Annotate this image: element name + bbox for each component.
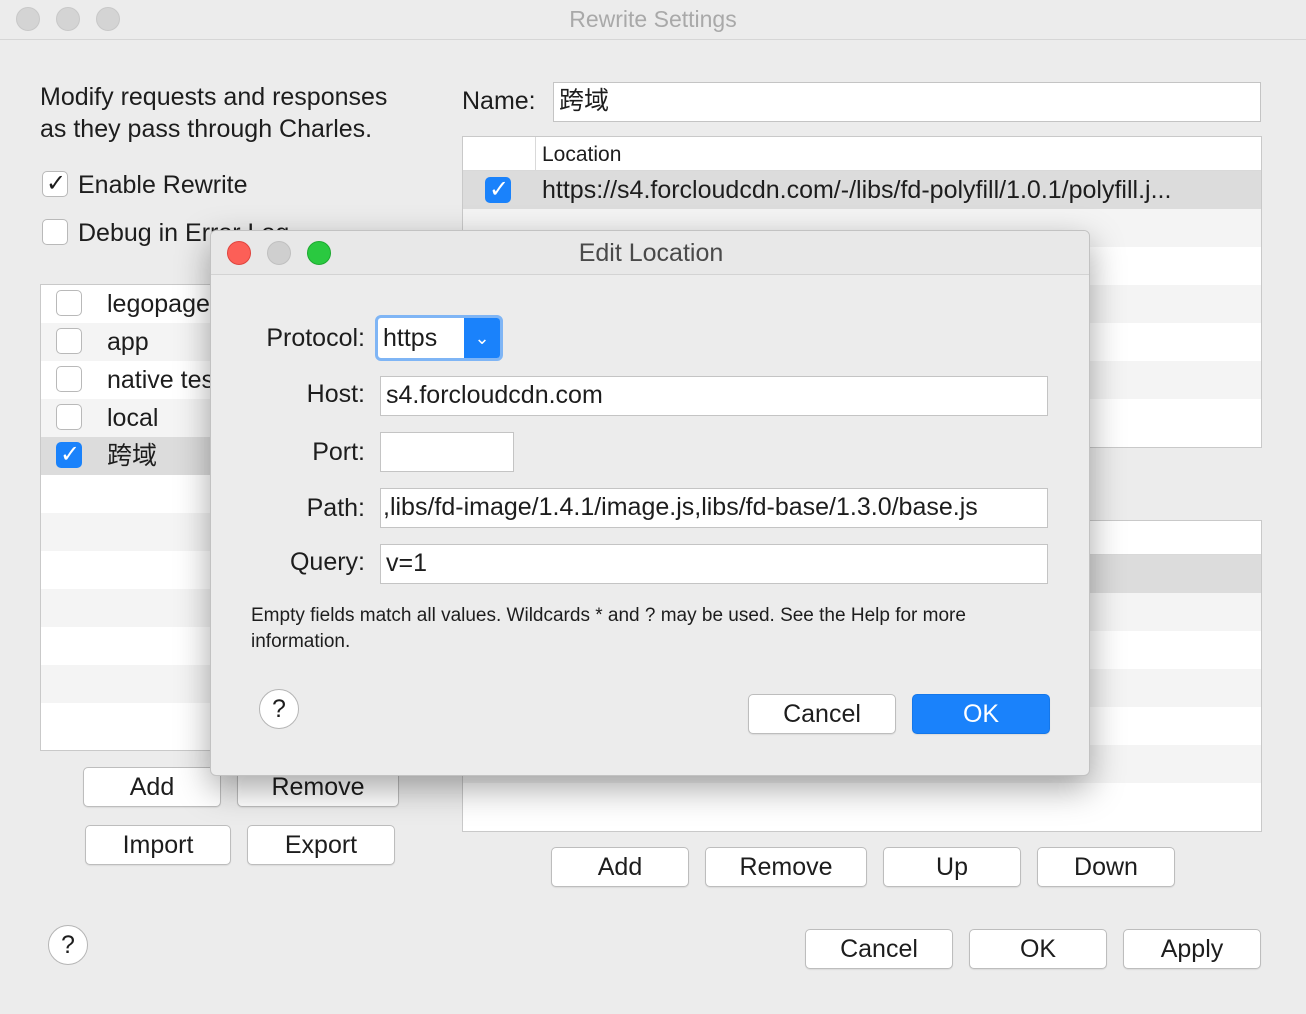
export-button[interactable]: Export: [247, 825, 395, 865]
dialog-ok-button[interactable]: OK: [912, 694, 1050, 734]
list-item[interactable]: local: [41, 399, 219, 437]
set-label: native test: [107, 366, 220, 394]
location-value: https://s4.forcloudcdn.com/-/libs/fd-pol…: [542, 176, 1172, 204]
edit-location-dialog: Edit Location Protocol: https ⌄ Host: s4…: [210, 230, 1090, 776]
port-label: Port:: [312, 438, 365, 466]
set-label: 跨域: [107, 442, 158, 470]
enable-rewrite-label[interactable]: Enable Rewrite: [78, 169, 248, 201]
set-enabled-checkbox[interactable]: [56, 366, 82, 392]
add-location-button[interactable]: Add: [551, 847, 689, 887]
empty-row: [41, 665, 219, 703]
debug-error-log-checkbox[interactable]: [42, 219, 68, 245]
name-field[interactable]: 跨域: [553, 82, 1261, 122]
checkmark-icon: ✓: [488, 176, 510, 203]
host-field[interactable]: s4.forcloudcdn.com: [380, 376, 1048, 416]
empty-row: [41, 513, 219, 551]
empty-row: [463, 783, 1261, 821]
protocol-select[interactable]: https ⌄: [375, 315, 503, 361]
empty-row: [41, 475, 219, 513]
list-item[interactable]: app: [41, 323, 219, 361]
set-enabled-checkbox[interactable]: [56, 404, 82, 430]
location-column-header[interactable]: Location: [542, 141, 621, 169]
name-label: Name:: [462, 87, 536, 115]
protocol-value: https: [383, 324, 438, 352]
list-item[interactable]: legopage: [41, 285, 219, 323]
list-item[interactable]: ✓ 跨域: [41, 437, 219, 475]
add-set-button[interactable]: Add: [83, 767, 221, 807]
protocol-label: Protocol:: [266, 324, 365, 352]
path-field[interactable]: ,libs/fd-image/1.4.1/image.js,libs/fd-ba…: [380, 488, 1048, 528]
empty-row: [41, 589, 219, 627]
set-label: legopage: [107, 290, 210, 318]
table-header: Location: [463, 137, 1261, 171]
apply-button[interactable]: Apply: [1123, 929, 1261, 969]
set-enabled-checkbox[interactable]: [56, 290, 82, 316]
down-button[interactable]: Down: [1037, 847, 1175, 887]
set-enabled-checkbox[interactable]: ✓: [56, 441, 82, 468]
set-label: local: [107, 404, 159, 432]
set-enabled-checkbox[interactable]: [56, 328, 82, 354]
query-field[interactable]: v=1: [380, 544, 1048, 584]
table-row[interactable]: ✓ https://s4.forcloudcdn.com/-/libs/fd-p…: [463, 171, 1261, 209]
description-line-2: as they pass through Charles.: [40, 115, 373, 143]
port-field[interactable]: [380, 432, 514, 472]
checkmark-icon: ✓: [59, 441, 81, 468]
host-label: Host:: [306, 380, 365, 408]
dialog-title: Edit Location: [578, 239, 724, 267]
dialog-titlebar: Edit Location: [211, 231, 1089, 275]
path-value: ,libs/fd-image/1.4.1/image.js,libs/fd-ba…: [383, 493, 978, 521]
set-label: app: [107, 328, 149, 356]
wildcard-help-note: Empty fields match all values. Wildcards…: [251, 605, 966, 652]
window-titlebar: Rewrite Settings: [0, 0, 1306, 40]
path-label: Path:: [306, 494, 365, 522]
dialog-help-button[interactable]: ?: [259, 689, 299, 729]
chevron-down-icon: ⌄: [464, 318, 500, 358]
up-button[interactable]: Up: [883, 847, 1021, 887]
rewrite-sets-list[interactable]: legopage app native test local ✓ 跨域: [40, 284, 220, 751]
query-label: Query:: [289, 548, 365, 576]
location-enabled-checkbox[interactable]: ✓: [485, 176, 511, 203]
checkmark-icon: ✓: [45, 170, 67, 197]
enable-rewrite-checkbox[interactable]: ✓: [42, 170, 68, 197]
help-button[interactable]: ?: [48, 925, 88, 965]
list-item[interactable]: native test: [41, 361, 219, 399]
column-divider: [535, 137, 536, 171]
empty-row: [41, 703, 219, 741]
remove-location-button[interactable]: Remove: [705, 847, 867, 887]
empty-row: [41, 551, 219, 589]
dialog-cancel-button[interactable]: Cancel: [748, 694, 896, 734]
empty-row: [41, 627, 219, 665]
window-title: Rewrite Settings: [569, 6, 737, 32]
cancel-button[interactable]: Cancel: [805, 929, 953, 969]
description-line-1: Modify requests and responses: [40, 83, 388, 111]
import-button[interactable]: Import: [85, 825, 231, 865]
ok-button[interactable]: OK: [969, 929, 1107, 969]
